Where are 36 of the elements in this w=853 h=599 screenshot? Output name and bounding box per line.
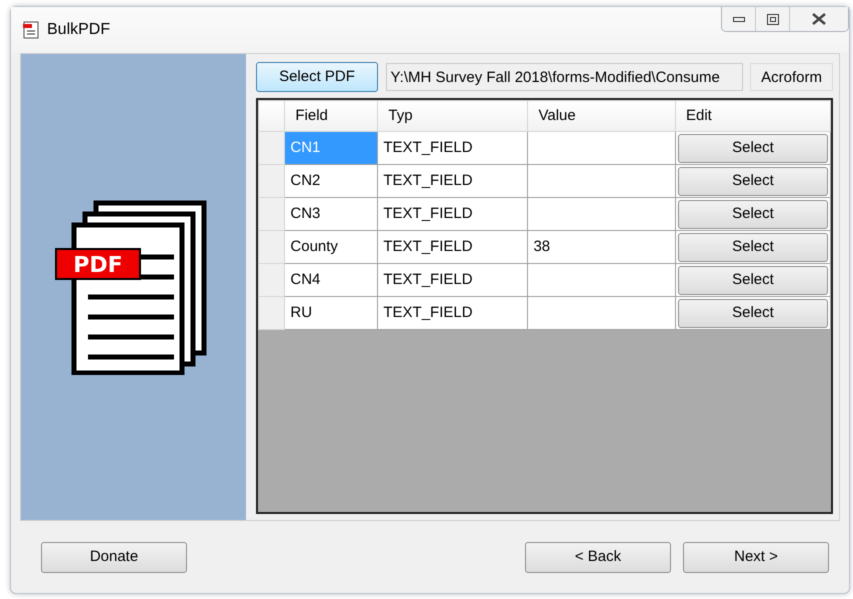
next-button[interactable]: Next > bbox=[683, 542, 829, 572]
select-button[interactable]: Select bbox=[678, 266, 828, 294]
restore-button[interactable] bbox=[756, 7, 790, 31]
file-path-field[interactable]: Y:\MH Survey Fall 2018\forms-Modified\Consume bbox=[386, 63, 743, 91]
close-button[interactable] bbox=[790, 7, 848, 31]
type-cell[interactable]: TEXT_FIELD bbox=[378, 296, 528, 330]
close-icon bbox=[812, 13, 826, 25]
field-cell[interactable]: CN3 bbox=[284, 198, 378, 230]
select-button[interactable]: Select bbox=[678, 232, 828, 262]
window-title: BulkPDF bbox=[47, 20, 110, 40]
column-header[interactable]: Typ bbox=[388, 106, 413, 124]
type-cell[interactable]: TEXT_FIELD bbox=[378, 230, 528, 264]
document-icon bbox=[23, 21, 39, 39]
restore-icon bbox=[766, 14, 778, 24]
select-button[interactable]: Select bbox=[678, 200, 828, 228]
field-cell[interactable]: CN2 bbox=[284, 164, 378, 198]
donate-button[interactable]: Donate bbox=[41, 542, 187, 572]
column-header[interactable]: Field bbox=[295, 106, 328, 124]
type-cell[interactable]: TEXT_FIELD bbox=[378, 132, 528, 164]
field-cell[interactable]: County bbox=[284, 230, 378, 264]
minimize-icon bbox=[732, 16, 744, 22]
field-cell[interactable]: CN4 bbox=[284, 264, 378, 296]
select-pdf-button[interactable]: Select PDF bbox=[256, 62, 378, 92]
column-header[interactable]: Edit bbox=[686, 106, 712, 124]
type-cell[interactable]: TEXT_FIELD bbox=[378, 198, 528, 230]
value-cell[interactable]: 38 bbox=[528, 230, 676, 264]
select-button[interactable]: Select bbox=[678, 298, 828, 328]
minimize-button[interactable] bbox=[722, 7, 756, 31]
select-button[interactable]: Select bbox=[678, 166, 828, 196]
column-header[interactable]: Value bbox=[538, 106, 576, 124]
select-button[interactable]: Select bbox=[678, 134, 828, 162]
type-cell[interactable]: TEXT_FIELD bbox=[378, 164, 528, 198]
form-type-label: Acroform bbox=[750, 63, 833, 91]
type-cell[interactable]: TEXT_FIELD bbox=[378, 264, 528, 296]
back-button[interactable]: < Back bbox=[525, 542, 671, 572]
field-cell[interactable]: RU bbox=[284, 296, 378, 330]
